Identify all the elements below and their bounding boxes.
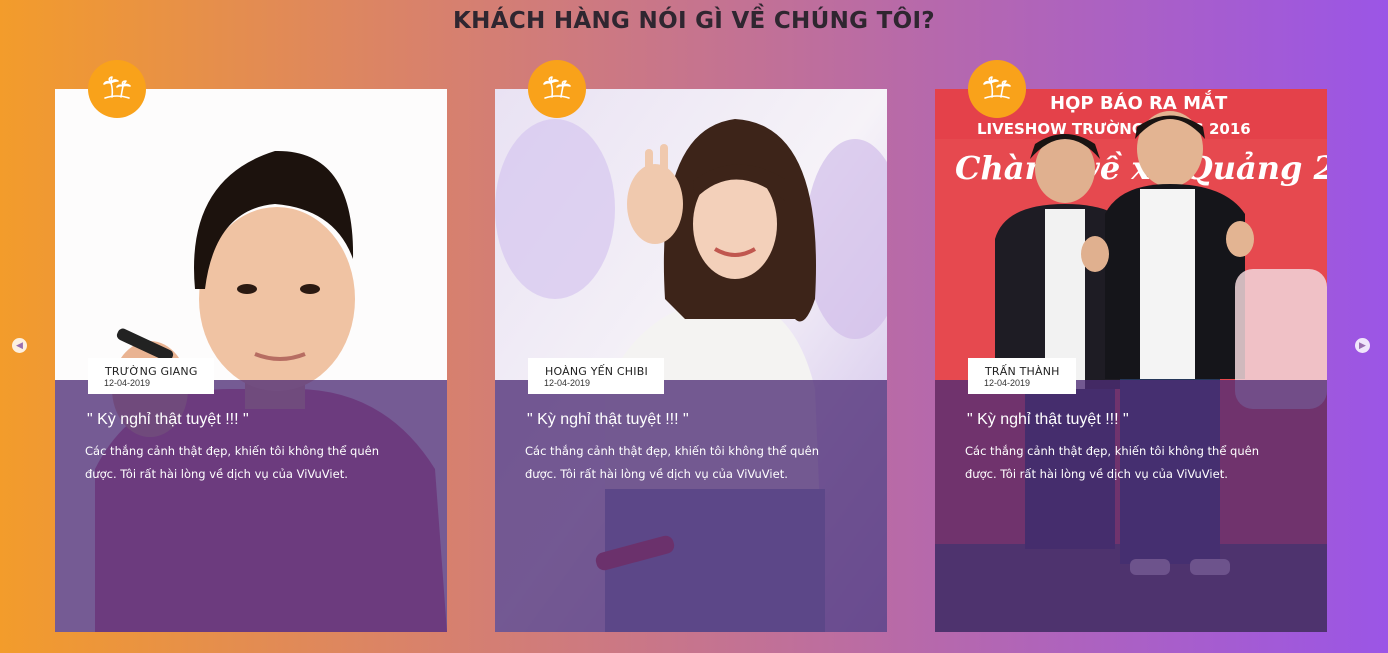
section-title: KHÁCH HÀNG NÓI GÌ VỀ CHÚNG TÔI? (453, 8, 935, 34)
testimonial-card-hoang-yen-chibi: HOÀNG YẾN CHIBI 12-04-2019 " Kỳ nghỉ thậ… (495, 89, 887, 632)
customer-name: HOÀNG YẾN CHIBI (545, 365, 648, 378)
testimonial-card-truong-giang: TRƯỜNG GIANG 12-04-2019 " Kỳ nghỉ thật t… (55, 89, 447, 632)
name-tag: TRẤN THÀNH 12-04-2019 (968, 358, 1076, 394)
customer-name: TRƯỜNG GIANG (105, 365, 198, 378)
name-tag: HOÀNG YẾN CHIBI 12-04-2019 (528, 358, 664, 394)
testimonial-text: Các thắng cảnh thật đẹp, khiến tôi không… (85, 444, 380, 481)
carousel-next-button[interactable]: ▶ (1355, 338, 1370, 353)
banner-line-2: LIVESHOW TRƯỜNG GIANG 2016 (977, 119, 1251, 138)
banner-line-1: HỌP BÁO RA MẮT (1050, 90, 1228, 114)
testimonial-quote: " Kỳ nghỉ thật tuyệt !!! " (87, 411, 249, 428)
testimonial-date: 12-04-2019 (104, 378, 151, 388)
palm-tree-icon (88, 60, 146, 118)
testimonial-quote: " Kỳ nghỉ thật tuyệt !!! " (527, 411, 689, 428)
testimonial-text: Các thắng cảnh thật đẹp, khiến tôi không… (525, 444, 820, 481)
testimonial-card-tran-thanh: HỌP BÁO RA MẮT LIVESHOW TRƯỜNG GIANG 201… (935, 89, 1327, 632)
carousel-prev-button[interactable]: ◀ (12, 338, 27, 353)
testimonial-date: 12-04-2019 (544, 378, 591, 388)
palm-tree-icon (528, 60, 586, 118)
customer-name: TRẤN THÀNH (985, 365, 1060, 378)
palm-tree-icon (968, 60, 1026, 118)
testimonial-date: 12-04-2019 (984, 378, 1031, 388)
name-tag: TRƯỜNG GIANG 12-04-2019 (88, 358, 214, 394)
testimonial-quote: " Kỳ nghỉ thật tuyệt !!! " (967, 411, 1129, 428)
chevron-right-icon: ▶ (1359, 340, 1366, 350)
chevron-left-icon: ◀ (16, 340, 23, 350)
testimonial-text: Các thắng cảnh thật đẹp, khiến tôi không… (965, 444, 1260, 481)
